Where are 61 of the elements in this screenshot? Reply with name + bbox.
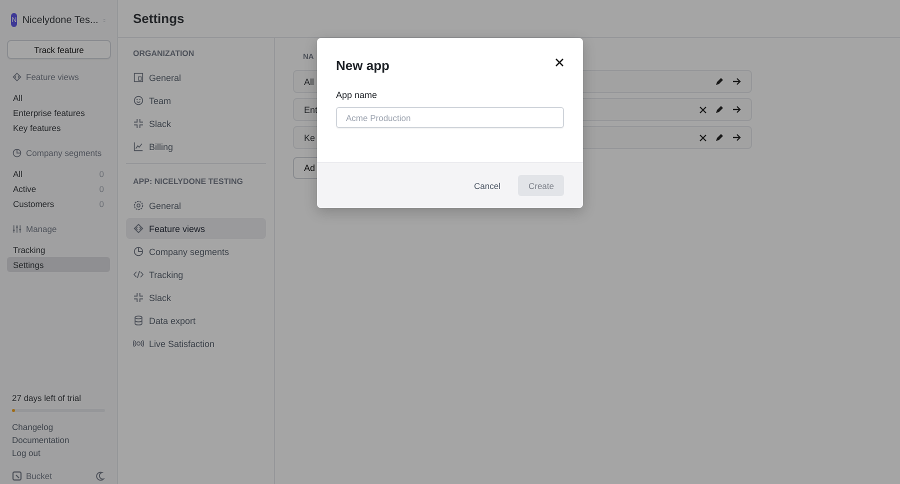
logo-icon bbox=[12, 471, 22, 481]
line-chart-icon bbox=[133, 141, 144, 152]
cancel-button[interactable]: Cancel bbox=[470, 176, 504, 196]
database-icon bbox=[133, 315, 144, 326]
trial-text: 27 days left of trial bbox=[11, 393, 82, 403]
workspace-name[interactable]: Nicelydone Tes... bbox=[22, 14, 98, 26]
close-icon[interactable] bbox=[699, 106, 707, 114]
settings-nav-item[interactable]: General bbox=[126, 195, 266, 216]
sidebar-item[interactable]: Enterprise features bbox=[7, 105, 110, 120]
pie-chart-icon bbox=[12, 148, 22, 158]
close-icon[interactable] bbox=[699, 134, 707, 142]
settings-nav-item[interactable]: Data export bbox=[126, 310, 266, 331]
feature-view-name: All bbox=[304, 76, 314, 86]
settings-nav-item[interactable]: Billing bbox=[126, 136, 266, 157]
nav-heading: APP: NICELYDONE TESTING bbox=[132, 177, 244, 188]
broadcast-icon bbox=[133, 338, 144, 349]
diamond-code-icon bbox=[12, 72, 22, 82]
building-icon bbox=[133, 72, 144, 83]
settings-nav-item[interactable]: Slack bbox=[126, 113, 266, 134]
smiley-icon bbox=[133, 95, 144, 106]
hash-icon bbox=[133, 118, 144, 129]
page-title: Settings bbox=[133, 11, 184, 26]
code-icon bbox=[133, 269, 144, 280]
settings-nav-item[interactable]: Slack bbox=[126, 287, 266, 308]
pencil-icon[interactable] bbox=[715, 77, 724, 86]
settings-nav-item[interactable]: General bbox=[126, 67, 266, 88]
arrow-right-icon[interactable] bbox=[732, 105, 741, 114]
diamond-code-icon bbox=[133, 223, 144, 234]
field-label: App name bbox=[336, 90, 378, 100]
sidebar-item[interactable]: Key features bbox=[7, 120, 110, 135]
hash-icon bbox=[133, 292, 144, 303]
moon-icon[interactable] bbox=[95, 471, 105, 481]
pie-chart-icon bbox=[133, 246, 144, 257]
arrow-right-icon[interactable] bbox=[732, 77, 741, 86]
settings-nav-item[interactable]: Tracking bbox=[126, 264, 266, 285]
section-title: Feature views bbox=[26, 72, 79, 82]
pencil-icon[interactable] bbox=[715, 133, 724, 142]
dialog-title: New app bbox=[336, 57, 390, 73]
settings-nav-item[interactable]: Feature views bbox=[126, 218, 266, 239]
app-name-field[interactable]: Acme Production bbox=[336, 107, 564, 128]
footer-link[interactable]: Changelog bbox=[12, 422, 105, 432]
pencil-icon[interactable] bbox=[715, 105, 724, 114]
track-feature-button[interactable]: Track feature bbox=[7, 40, 111, 59]
footer-link[interactable]: Documentation bbox=[12, 435, 105, 445]
sliders-icon bbox=[12, 224, 22, 234]
nav-heading: ORGANIZATION bbox=[132, 49, 196, 60]
sidebar-item[interactable]: Tracking bbox=[7, 242, 110, 257]
feature-view-name: Ke bbox=[304, 132, 316, 142]
sidebar-item[interactable]: Settings bbox=[7, 257, 110, 272]
arrow-right-icon[interactable] bbox=[732, 133, 741, 142]
feature-view-name: Ent bbox=[304, 104, 318, 114]
gear-icon bbox=[133, 200, 144, 211]
footer-link[interactable]: Log out bbox=[12, 448, 105, 458]
section-title: Manage bbox=[26, 224, 57, 234]
brand-name: Bucket bbox=[26, 471, 52, 481]
close-icon[interactable] bbox=[555, 58, 564, 67]
section-title: Company segments bbox=[26, 148, 102, 158]
settings-nav-item[interactable]: Company segments bbox=[126, 241, 266, 262]
settings-nav-item[interactable]: Live Satisfaction bbox=[126, 333, 266, 354]
settings-nav-item[interactable]: Team bbox=[126, 90, 266, 111]
sidebar-item[interactable]: All bbox=[7, 90, 110, 105]
